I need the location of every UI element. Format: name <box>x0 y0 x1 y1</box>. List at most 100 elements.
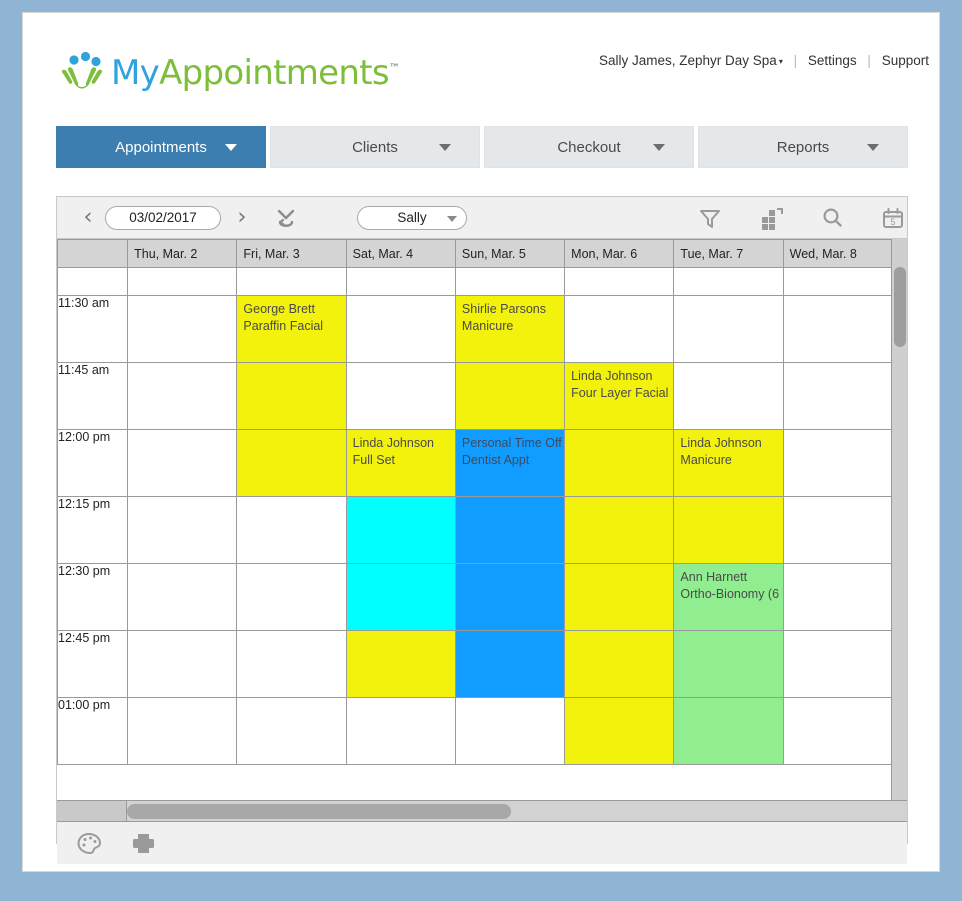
calendar-cell[interactable] <box>564 496 675 564</box>
account-name[interactable]: Sally James, Zephyr Day Spa <box>599 53 777 68</box>
calendar-cell[interactable] <box>454 697 566 765</box>
calendar-cell[interactable] <box>454 563 566 631</box>
vertical-scrollbar[interactable] <box>891 239 907 800</box>
appointment-block[interactable] <box>346 497 455 563</box>
date-input[interactable]: 03/02/2017 <box>105 206 221 230</box>
calendar-cell[interactable] <box>454 496 566 564</box>
calendar-cell[interactable] <box>127 563 238 631</box>
calendar-cell[interactable]: Linda Johnson Manicure <box>673 429 784 497</box>
calendar-cell[interactable] <box>236 267 347 296</box>
calendar-cell[interactable] <box>454 362 566 430</box>
appointment-block[interactable]: Linda Johnson Full Set <box>346 430 455 496</box>
appointment-block[interactable] <box>346 564 455 630</box>
tab-checkout[interactable]: Checkout <box>484 126 694 168</box>
appointment-block[interactable] <box>565 497 674 563</box>
calendar-cell[interactable] <box>236 630 347 698</box>
prev-date-button[interactable]: ‹ <box>75 205 101 231</box>
calendar-cell[interactable] <box>345 563 456 631</box>
grid-expand-icon[interactable] <box>758 205 784 231</box>
calendar-cell[interactable]: George Brett Paraffin Facial <box>236 295 347 363</box>
calendar-cell[interactable] <box>345 362 456 430</box>
chevron-down-icon[interactable]: ▾ <box>779 57 783 66</box>
calendar-cell[interactable] <box>127 362 238 430</box>
calendar-cell[interactable] <box>564 697 675 765</box>
appointment-block[interactable]: Linda Johnson Manicure <box>674 430 783 496</box>
color-palette-icon[interactable] <box>75 830 103 856</box>
calendar-cell[interactable] <box>782 496 894 564</box>
appointment-block[interactable]: Shirlie Parsons Manicure <box>455 296 565 362</box>
calendar-cell[interactable]: Shirlie Parsons Manicure <box>454 295 566 363</box>
calendar-cell[interactable] <box>127 295 238 363</box>
calendar-cell[interactable] <box>782 295 894 363</box>
calendar-cell[interactable] <box>673 295 784 363</box>
chevron-down-icon[interactable] <box>439 143 451 151</box>
calendar-cell[interactable] <box>127 496 238 564</box>
calendar-cell[interactable] <box>236 429 347 497</box>
calendar-cell[interactable] <box>673 697 784 765</box>
calendar-cell[interactable] <box>454 630 566 698</box>
calendar-cell[interactable]: Linda Johnson Full Set <box>345 429 456 497</box>
filter-icon[interactable] <box>697 205 723 231</box>
horizontal-scrollbar[interactable] <box>57 800 907 822</box>
appointment-block[interactable]: Personal Time Off Dentist Appt <box>455 430 565 496</box>
appointment-block[interactable] <box>674 497 783 563</box>
calendar-cell[interactable] <box>236 697 347 765</box>
calendar-cell[interactable] <box>673 630 784 698</box>
search-icon[interactable] <box>819 205 845 231</box>
calendar-cell[interactable] <box>236 362 347 430</box>
appointment-block[interactable] <box>565 430 674 496</box>
calendar-cell[interactable] <box>564 630 675 698</box>
support-link[interactable]: Support <box>882 53 929 68</box>
calendar-cell[interactable] <box>782 267 894 296</box>
vertical-scrollbar-thumb[interactable] <box>894 267 906 347</box>
calendar-cell[interactable] <box>345 295 456 363</box>
appointment-block[interactable] <box>674 698 783 764</box>
appointment-block[interactable] <box>674 631 783 697</box>
appointment-block[interactable]: Linda Johnson Four Layer Facial <box>565 363 674 429</box>
calendar-cell[interactable]: Ann Harnett Ortho-Bionomy (6 <box>673 563 784 631</box>
next-date-button[interactable]: › <box>229 205 255 231</box>
calendar-cell[interactable] <box>345 267 456 296</box>
chevron-down-icon[interactable] <box>653 143 665 151</box>
tab-appointments[interactable]: Appointments <box>56 126 266 168</box>
appointment-block[interactable] <box>455 363 565 429</box>
appointment-block[interactable] <box>237 363 346 429</box>
calendar-cell[interactable] <box>782 563 894 631</box>
appointment-block[interactable] <box>237 430 346 496</box>
calendar-cell[interactable] <box>127 429 238 497</box>
calendar-cell[interactable] <box>782 362 894 430</box>
calendar-cell[interactable] <box>345 630 456 698</box>
printer-icon[interactable] <box>129 830 157 856</box>
chevron-down-icon[interactable] <box>867 143 879 151</box>
calendar-cell[interactable] <box>673 362 784 430</box>
calendar-day-icon[interactable]: 5 <box>880 205 906 231</box>
tab-clients[interactable]: Clients <box>270 126 480 168</box>
tab-reports[interactable]: Reports <box>698 126 908 168</box>
calendar-cell[interactable]: Linda Johnson Four Layer Facial <box>564 362 675 430</box>
calendar-cell[interactable] <box>345 697 456 765</box>
calendar-cell[interactable] <box>127 267 238 296</box>
calendar-cell[interactable] <box>454 267 566 296</box>
calendar-cell[interactable] <box>673 496 784 564</box>
appointment-block[interactable] <box>565 631 674 697</box>
calendar-cell[interactable] <box>782 697 894 765</box>
appointment-block[interactable] <box>455 497 565 563</box>
appointment-block[interactable] <box>455 564 565 630</box>
staff-select[interactable]: Sally <box>357 206 467 230</box>
collapse-rows-icon[interactable] <box>271 206 301 232</box>
calendar-cell[interactable] <box>345 496 456 564</box>
calendar-cell[interactable] <box>782 630 894 698</box>
calendar-cell[interactable]: Personal Time Off Dentist Appt <box>454 429 566 497</box>
appointment-block[interactable] <box>455 631 565 697</box>
calendar-cell[interactable] <box>127 697 238 765</box>
appointment-block[interactable]: Ann Harnett Ortho-Bionomy (6 <box>674 564 783 630</box>
calendar-cell[interactable] <box>673 267 784 296</box>
horizontal-scrollbar-thumb[interactable] <box>127 804 511 819</box>
appointment-block[interactable] <box>565 564 674 630</box>
calendar-cell[interactable] <box>236 563 347 631</box>
calendar-cell[interactable] <box>127 630 238 698</box>
appointment-block[interactable]: George Brett Paraffin Facial <box>237 296 346 362</box>
calendar-cell[interactable] <box>564 563 675 631</box>
calendar-cell[interactable] <box>564 295 675 363</box>
settings-link[interactable]: Settings <box>808 53 857 68</box>
